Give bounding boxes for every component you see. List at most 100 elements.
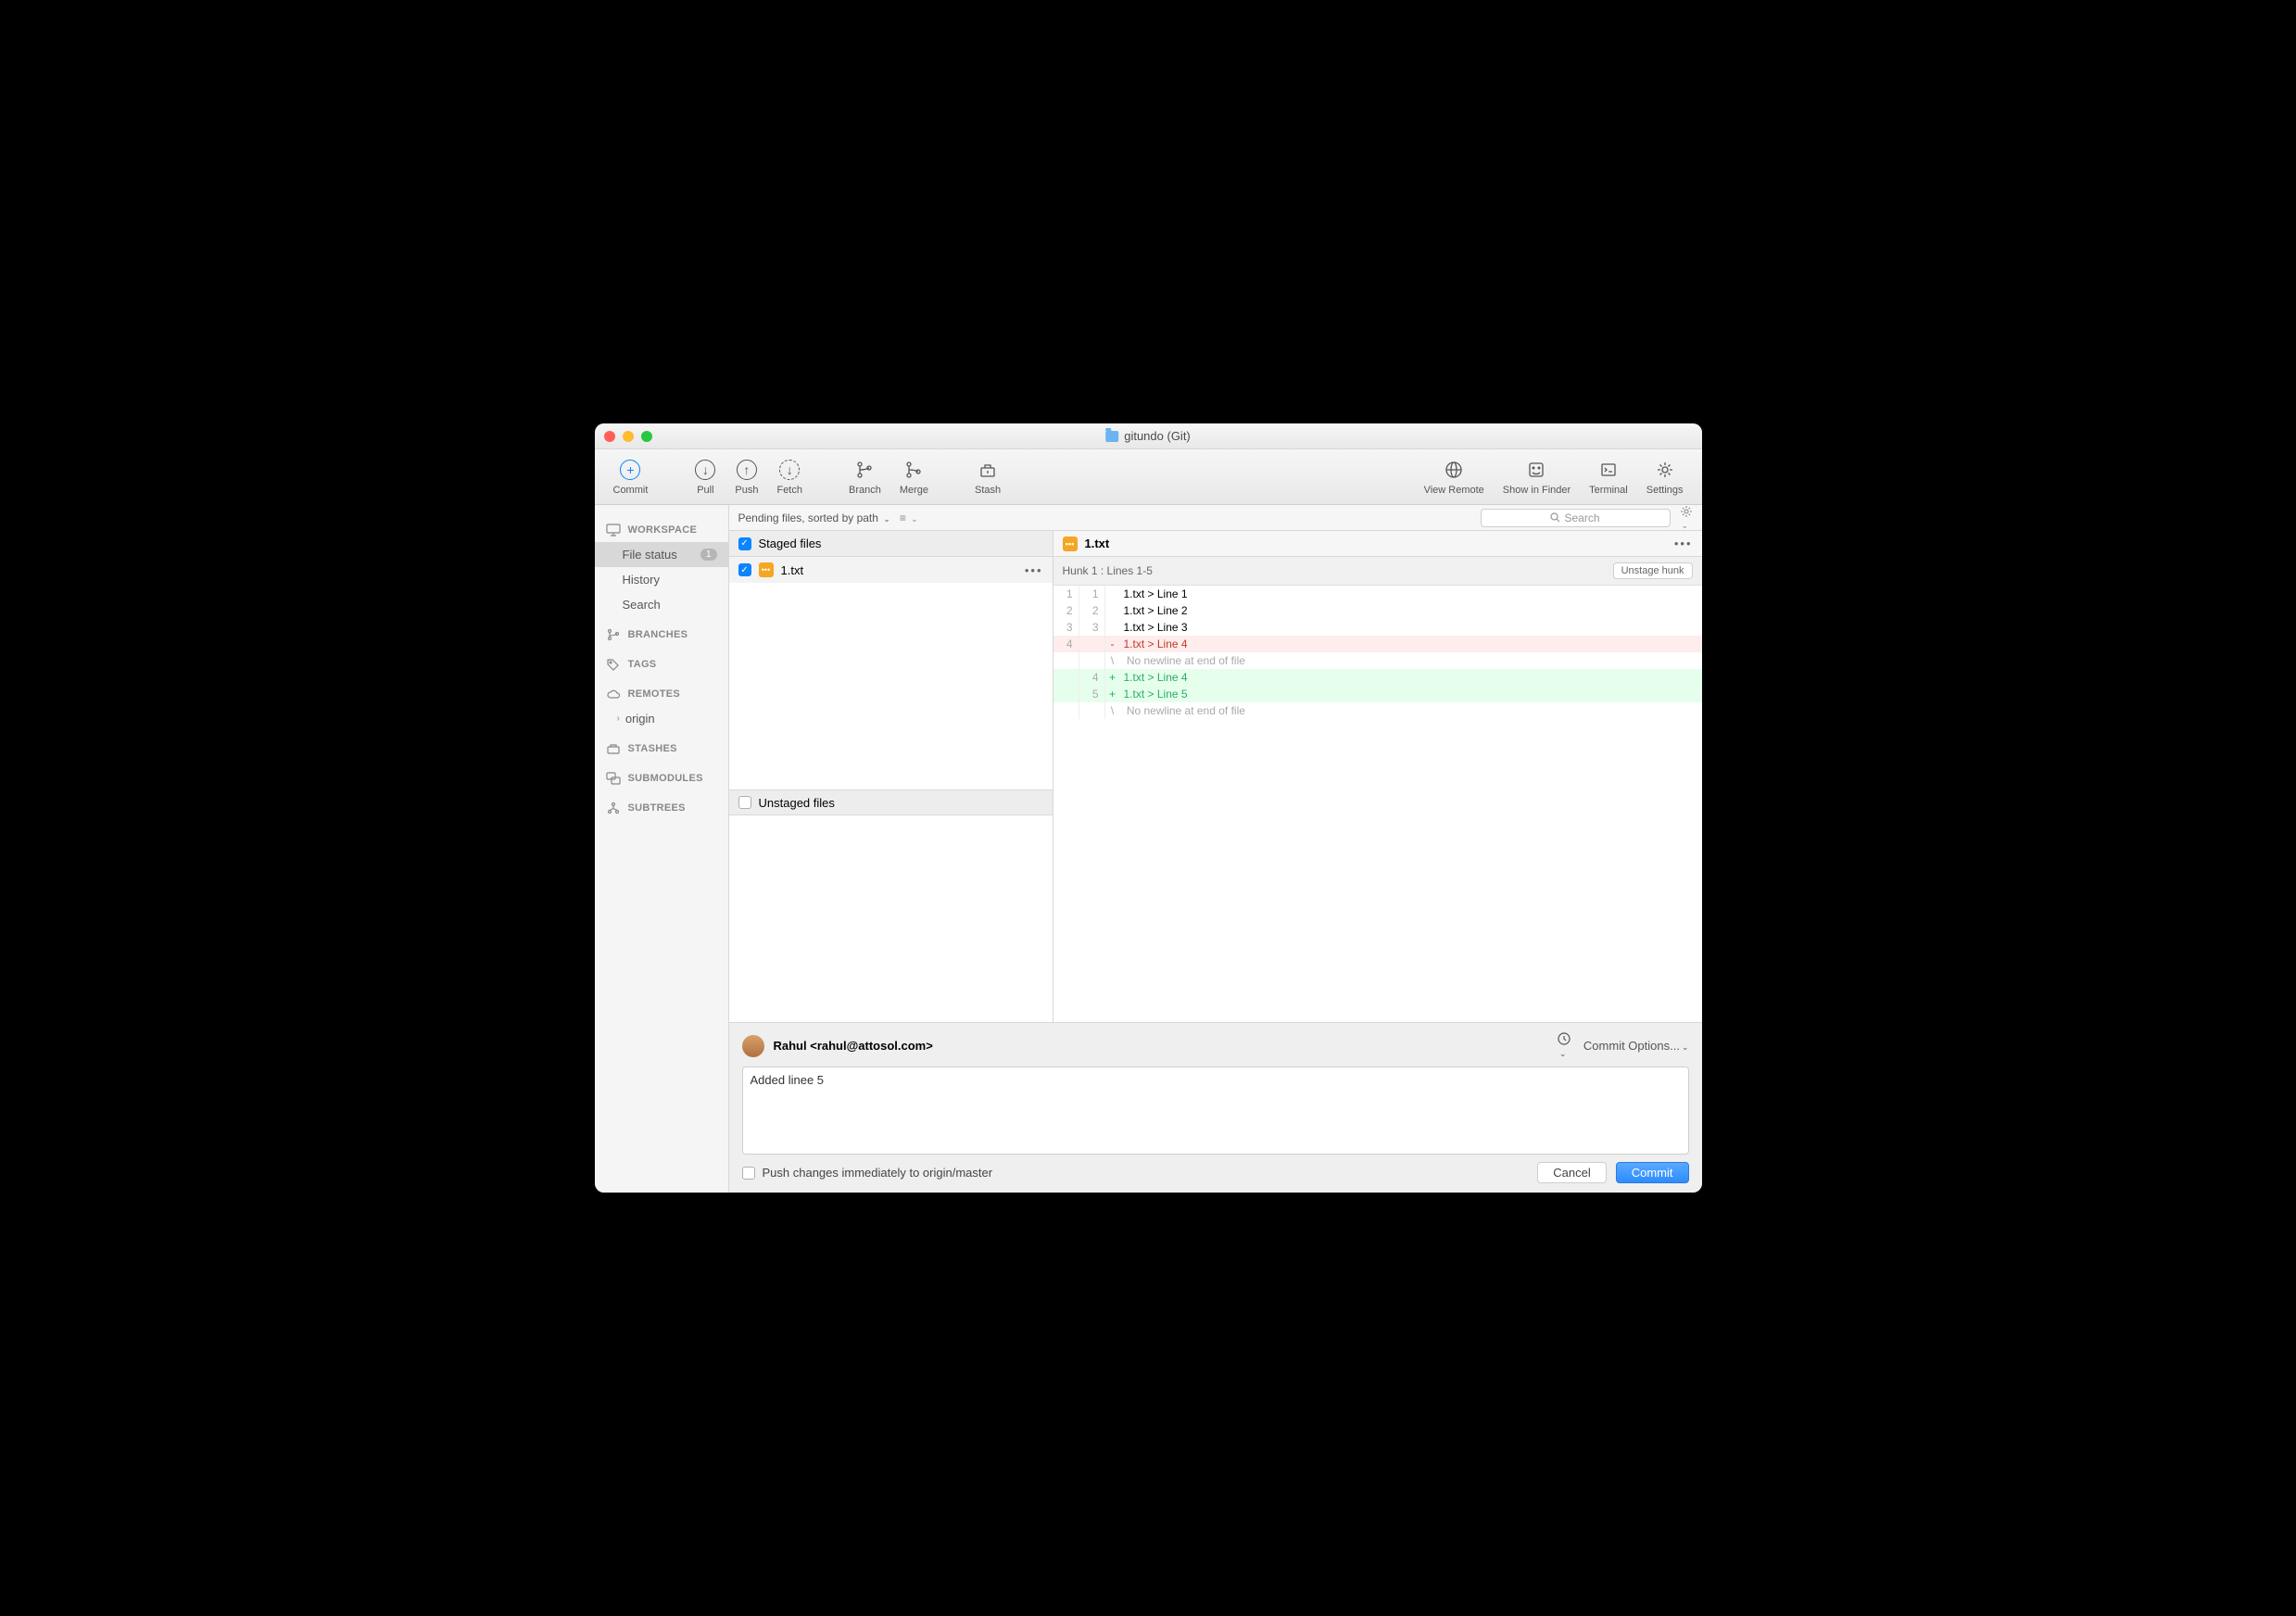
diff-line[interactable]: 33 1.txt > Line 3	[1053, 619, 1702, 636]
search-icon	[1550, 512, 1560, 523]
diff-line[interactable]: \ No newline at end of file	[1053, 702, 1702, 719]
unstaged-checkbox[interactable]	[738, 796, 751, 809]
chevron-right-icon: ›	[617, 713, 620, 724]
modified-file-icon: •••	[759, 562, 774, 577]
titlebar: gitundo (Git)	[595, 423, 1702, 449]
settings-toolbar-button[interactable]: Settings	[1637, 455, 1693, 499]
file-actions-button[interactable]: •••	[1025, 563, 1043, 577]
window-title: gitundo (Git)	[1105, 429, 1191, 443]
cloud-icon	[606, 688, 621, 701]
folder-icon	[1105, 431, 1118, 442]
submodules-icon	[606, 772, 621, 785]
view-remote-toolbar-button[interactable]: View Remote	[1415, 455, 1494, 499]
diff-file-header: ••• 1.txt •••	[1053, 531, 1702, 557]
search-input[interactable]: Search	[1481, 509, 1671, 527]
branch-toolbar-button[interactable]: Branch	[839, 455, 890, 499]
commit-author: Rahul <rahul@attosol.com>	[774, 1039, 933, 1053]
finder-icon	[1525, 459, 1547, 481]
fetch-toolbar-button[interactable]: ↓ Fetch	[767, 455, 812, 499]
unstaged-files-header: Unstaged files	[729, 789, 1053, 815]
close-window-button[interactable]	[604, 431, 615, 442]
toolbar: + Commit ↓ Pull ↑ Push ↓ Fetch Branch Me	[595, 449, 1702, 505]
zoom-window-button[interactable]	[641, 431, 652, 442]
diff-line[interactable]: 11 1.txt > Line 1	[1053, 586, 1702, 602]
gear-icon	[1680, 505, 1693, 518]
staged-checkbox[interactable]: ✓	[738, 537, 751, 550]
sidebar-item-origin[interactable]: › origin	[595, 706, 728, 731]
file-status-badge: 1	[700, 549, 717, 561]
clock-icon	[1558, 1032, 1571, 1045]
cancel-button[interactable]: Cancel	[1537, 1162, 1606, 1183]
commit-bottom-row: Push changes immediately to origin/maste…	[742, 1162, 1689, 1183]
hunk-label: Hunk 1 : Lines 1-5	[1063, 564, 1153, 577]
stash-icon	[977, 459, 999, 481]
push-icon: ↑	[736, 459, 758, 481]
commit-pane: Rahul <rahul@attosol.com> ⌄ Commit Optio…	[729, 1022, 1702, 1193]
diff-line[interactable]: 22 1.txt > Line 2	[1053, 602, 1702, 619]
gear-icon	[1654, 459, 1676, 481]
branch-icon	[853, 459, 876, 481]
terminal-toolbar-button[interactable]: Terminal	[1580, 455, 1637, 499]
stash-toolbar-button[interactable]: Stash	[965, 455, 1010, 499]
sidebar-section-workspace[interactable]: WORKSPACE	[595, 518, 728, 542]
unstage-hunk-button[interactable]: Unstage hunk	[1613, 562, 1693, 579]
pull-toolbar-button[interactable]: ↓ Pull	[685, 455, 725, 499]
app-window: gitundo (Git) + Commit ↓ Pull ↑ Push ↓ F…	[595, 423, 1702, 1193]
diff-line[interactable]: 5+1.txt > Line 5	[1053, 686, 1702, 702]
content-split: ✓ Staged files ✓ ••• 1.txt ••• Unstaged …	[729, 531, 1702, 1022]
commit-options-dropdown[interactable]: Commit Options...⌄	[1583, 1039, 1689, 1053]
sidebar-section-stashes[interactable]: STASHES	[595, 737, 728, 761]
sidebar: WORKSPACE File status 1 History Search B…	[595, 505, 729, 1193]
sidebar-item-search[interactable]: Search	[595, 592, 728, 617]
sidebar-section-tags[interactable]: TAGS	[595, 652, 728, 676]
monitor-icon	[606, 524, 621, 537]
sidebar-section-branches[interactable]: BRANCHES	[595, 623, 728, 647]
commit-toolbar-button[interactable]: + Commit	[604, 455, 658, 499]
diff-actions-button[interactable]: •••	[1674, 537, 1693, 550]
staged-files-header: ✓ Staged files	[729, 531, 1053, 557]
show-in-finder-toolbar-button[interactable]: Show in Finder	[1494, 455, 1580, 499]
push-immediately-label: Push changes immediately to origin/maste…	[763, 1166, 993, 1180]
stashes-icon	[606, 742, 621, 755]
commit-icon: +	[619, 459, 641, 481]
push-immediately-checkbox[interactable]	[742, 1167, 755, 1180]
sidebar-section-remotes[interactable]: REMOTES	[595, 682, 728, 706]
terminal-icon	[1597, 459, 1620, 481]
sidebar-item-file-status[interactable]: File status 1	[595, 542, 728, 567]
body: WORKSPACE File status 1 History Search B…	[595, 505, 1702, 1193]
diff-lines: 11 1.txt > Line 122 1.txt > Line 233 1.t…	[1053, 586, 1702, 719]
globe-icon	[1443, 459, 1465, 481]
diff-line[interactable]: 4-1.txt > Line 4	[1053, 636, 1702, 652]
pending-files-dropdown[interactable]: Pending files, sorted by path ⌄	[738, 511, 890, 524]
commit-message-input[interactable]: Added linee 5	[742, 1067, 1689, 1155]
file-checkbox[interactable]: ✓	[738, 563, 751, 576]
staged-file-row[interactable]: ✓ ••• 1.txt •••	[729, 557, 1053, 583]
window-title-text: gitundo (Git)	[1124, 429, 1191, 443]
diff-line[interactable]: 4+1.txt > Line 4	[1053, 669, 1702, 686]
modified-file-icon: •••	[1063, 537, 1078, 551]
commit-button[interactable]: Commit	[1616, 1162, 1689, 1183]
pull-icon: ↓	[694, 459, 716, 481]
subtrees-icon	[606, 802, 621, 814]
filter-bar: Pending files, sorted by path ⌄ ≡ ⌄ Sear…	[729, 505, 1702, 531]
minimize-window-button[interactable]	[623, 431, 634, 442]
main-area: Pending files, sorted by path ⌄ ≡ ⌄ Sear…	[729, 505, 1702, 1193]
avatar	[742, 1035, 764, 1057]
settings-dropdown[interactable]: ⌄	[1680, 505, 1693, 531]
diff-pane: ••• 1.txt ••• Hunk 1 : Lines 1-5 Unstage…	[1053, 531, 1702, 1022]
sidebar-item-history[interactable]: History	[595, 567, 728, 592]
fetch-icon: ↓	[778, 459, 801, 481]
push-toolbar-button[interactable]: ↑ Push	[725, 455, 767, 499]
file-list-pane: ✓ Staged files ✓ ••• 1.txt ••• Unstaged …	[729, 531, 1053, 1022]
merge-toolbar-button[interactable]: Merge	[890, 455, 938, 499]
commit-author-row: Rahul <rahul@attosol.com> ⌄ Commit Optio…	[742, 1032, 1689, 1059]
diff-line[interactable]: \ No newline at end of file	[1053, 652, 1702, 669]
view-mode-dropdown[interactable]: ≡ ⌄	[900, 511, 918, 524]
tag-icon	[606, 658, 621, 671]
sidebar-section-submodules[interactable]: SUBMODULES	[595, 766, 728, 790]
merge-icon	[902, 459, 925, 481]
diff-filename: 1.txt	[1085, 537, 1110, 550]
hunk-header: Hunk 1 : Lines 1-5 Unstage hunk	[1053, 557, 1702, 586]
sidebar-section-subtrees[interactable]: SUBTREES	[595, 796, 728, 820]
amend-history-button[interactable]: ⌄	[1558, 1032, 1571, 1059]
